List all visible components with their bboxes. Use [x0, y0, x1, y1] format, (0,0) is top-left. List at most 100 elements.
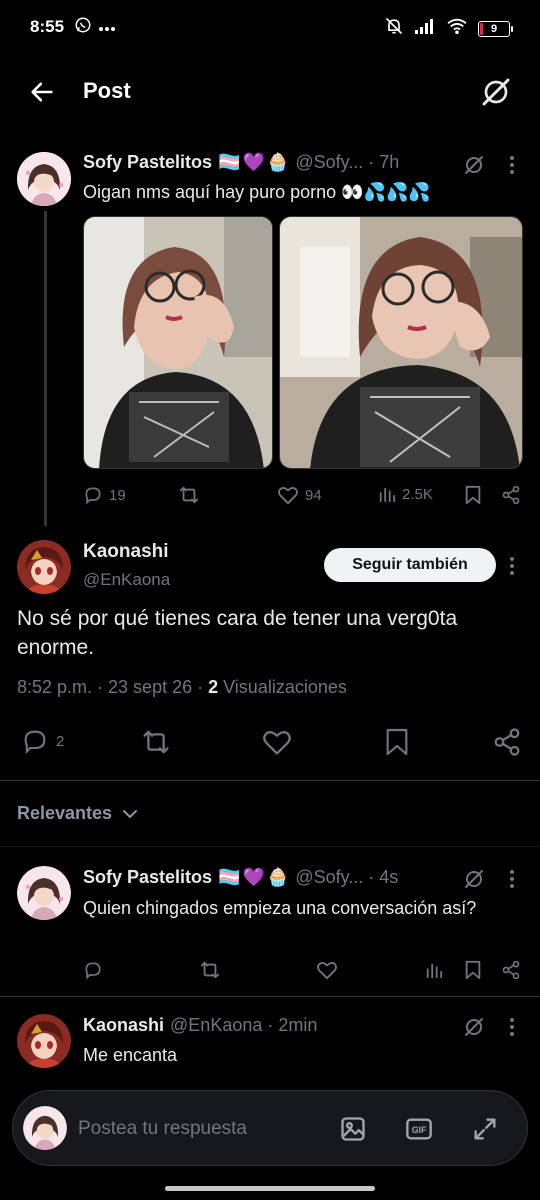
- views-chart-icon[interactable]: [425, 961, 443, 979]
- reply-text: Quien chingados empieza una conversación…: [83, 898, 477, 918]
- divider: [0, 780, 540, 781]
- purple-heart-emoji: 💜: [242, 867, 265, 887]
- author-handle[interactable]: @Sofy...: [295, 152, 363, 173]
- view-count[interactable]: 2: [208, 677, 218, 697]
- more-options-icon[interactable]: [506, 556, 518, 581]
- views-label: Visualizaciones: [218, 677, 347, 697]
- bookmark-icon[interactable]: [464, 960, 482, 980]
- reply-input[interactable]: Postea tu respuesta: [78, 1118, 247, 1140]
- post-text: No sé por qué tienes cara de tener una v…: [17, 607, 458, 659]
- heart-icon: [278, 487, 298, 505]
- heart-icon[interactable]: [316, 960, 338, 980]
- like-action[interactable]: 94: [277, 485, 322, 505]
- status-right-icons: 9: [384, 16, 513, 41]
- reply-header: Kaonashi @EnKaona · 2min: [83, 1015, 317, 1036]
- post-photo-2[interactable]: [279, 216, 523, 469]
- follow-button[interactable]: Seguir también: [324, 548, 496, 582]
- reply-action[interactable]: 2: [20, 727, 64, 755]
- reply-text: Me encanta: [83, 1045, 178, 1065]
- grok-icon[interactable]: [462, 153, 486, 182]
- grok-icon[interactable]: [462, 867, 486, 896]
- author-name[interactable]: Kaonashi: [83, 541, 169, 563]
- author-emojis: 🏳️‍⚧️ 💜 🧁: [218, 152, 289, 173]
- reply-count: 2: [56, 732, 65, 750]
- more-notifications-icon: [98, 19, 116, 37]
- reply-count: 19: [109, 486, 126, 504]
- reply-icon: [24, 730, 46, 755]
- more-options-icon[interactable]: [506, 869, 518, 894]
- author-name[interactable]: Sofy Pastelitos: [83, 867, 212, 888]
- grok-icon[interactable]: [480, 76, 512, 113]
- chevron-down-icon: [122, 803, 138, 824]
- view-count: 2.5K: [402, 485, 433, 503]
- signal-icon: [414, 18, 436, 39]
- cupcake-emoji: 🧁: [266, 152, 290, 172]
- author-handle[interactable]: @EnKaona: [83, 570, 170, 590]
- battery-level-text: 9: [490, 22, 498, 35]
- reply-icon[interactable]: [83, 960, 103, 980]
- share-icon[interactable]: [492, 727, 522, 757]
- page-title: Post: [83, 78, 131, 103]
- post-time: · 2min: [267, 1015, 318, 1035]
- like-count: 94: [305, 486, 322, 504]
- repost-action[interactable]: [178, 485, 206, 505]
- reply-icon: [85, 487, 101, 505]
- gif-label: GIF: [412, 1125, 427, 1135]
- bookmark-icon[interactable]: [385, 727, 409, 757]
- more-options-icon[interactable]: [506, 1017, 518, 1042]
- reply-action[interactable]: 19: [83, 485, 126, 505]
- bookmark-icon[interactable]: [464, 485, 482, 505]
- post-time: · 7h: [368, 152, 400, 172]
- reply-header: Sofy Pastelitos 🏳️‍⚧️ 💜 🧁 @Sofy... · 4s: [83, 867, 398, 888]
- views-action[interactable]: 2.5K: [378, 485, 433, 503]
- avatar-sofy[interactable]: [17, 152, 71, 206]
- author-handle[interactable]: @Sofy...: [295, 867, 363, 888]
- status-time: 8:55: [30, 17, 65, 36]
- home-indicator[interactable]: [165, 1186, 375, 1191]
- gif-icon[interactable]: GIF: [405, 1115, 433, 1148]
- divider: [0, 996, 540, 997]
- reply-composer[interactable]: Postea tu respuesta GIF: [12, 1090, 528, 1166]
- image-icon[interactable]: [339, 1115, 367, 1148]
- author-name[interactable]: Sofy Pastelitos: [83, 152, 212, 173]
- grok-icon[interactable]: [462, 1015, 486, 1044]
- mute-bell-icon: [384, 16, 404, 41]
- thread-line: [44, 211, 47, 526]
- avatar-kaonashi[interactable]: [17, 1014, 71, 1068]
- author-emojis: 🏳️‍⚧️ 💜 🧁: [218, 867, 289, 888]
- avatar-sofy[interactable]: [17, 866, 71, 920]
- status-bar: 8:55 9: [0, 0, 540, 56]
- more-options-icon[interactable]: [506, 155, 518, 180]
- author-name[interactable]: Kaonashi: [83, 1015, 164, 1036]
- author-handle[interactable]: @EnKaona: [170, 1015, 262, 1036]
- views-chart-icon: [379, 487, 396, 503]
- divider: [0, 846, 540, 847]
- status-left-icons: [74, 16, 116, 39]
- top-app-bar: Post: [0, 56, 540, 128]
- expand-icon[interactable]: [471, 1115, 499, 1148]
- share-icon[interactable]: [501, 485, 521, 505]
- battery-level: [480, 22, 483, 35]
- post-time: · 4s: [368, 867, 399, 887]
- purple-heart-emoji: 💜: [242, 152, 265, 172]
- arrow-left-icon[interactable]: [28, 78, 56, 111]
- repost-icon[interactable]: [140, 728, 172, 756]
- post-timestamp: 8:52 p.m. · 23 sept 26 ·: [17, 677, 209, 697]
- cupcake-emoji: 🧁: [266, 867, 290, 887]
- avatar-sofy: [23, 1106, 67, 1150]
- heart-icon[interactable]: [261, 728, 293, 756]
- post-meta: 8:52 p.m. · 23 sept 26 · 2 Visualizacion…: [17, 677, 347, 698]
- wifi-icon: [446, 17, 468, 40]
- sort-dropdown[interactable]: Relevantes: [17, 803, 138, 824]
- avatar-kaonashi[interactable]: [17, 540, 71, 594]
- whatsapp-icon: [74, 16, 92, 39]
- trans-flag-emoji: 🏳️‍⚧️: [218, 152, 241, 172]
- repost-icon[interactable]: [199, 960, 221, 980]
- sort-label: Relevantes: [17, 803, 113, 823]
- battery-icon: 9: [478, 20, 513, 37]
- share-icon[interactable]: [501, 960, 521, 980]
- post-photo-1[interactable]: [83, 216, 273, 469]
- parent-post-header: Sofy Pastelitos 🏳️‍⚧️ 💜 🧁 @Sofy... · 7h: [83, 152, 399, 173]
- repost-icon: [179, 486, 199, 504]
- post-text: Oigan nms aquí hay puro porno 👀💦💦💦: [83, 182, 431, 202]
